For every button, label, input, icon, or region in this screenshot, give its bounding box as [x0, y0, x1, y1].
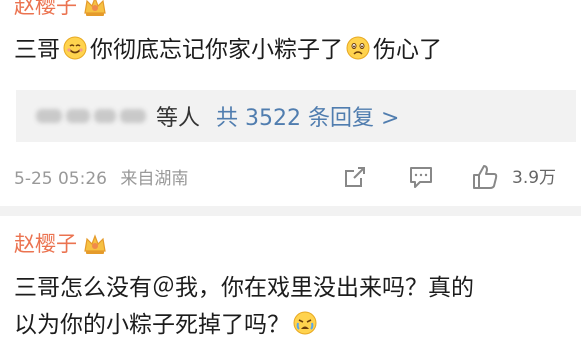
- sad-emoji-icon: [346, 36, 370, 60]
- comment1-meta: 5-25 05:26 来自湖南: [14, 166, 188, 192]
- comment2-text-line1: 三哥怎么没有＠我，你在戏里没出来吗？真的: [14, 271, 474, 305]
- comment1-username[interactable]: 赵樱子: [14, 0, 107, 20]
- comment1-text-part-a: 三哥: [14, 37, 60, 63]
- comment2-line2: 以为你的小粽子死掉了吗？: [14, 312, 290, 338]
- blurred-replier-name: [36, 105, 148, 127]
- crown-badge-icon: [83, 0, 107, 17]
- comment2-username[interactable]: 赵樱子: [14, 230, 107, 258]
- smile-emoji-icon: [63, 36, 87, 60]
- comment2-text-line2: 以为你的小粽子死掉了吗？: [14, 308, 320, 342]
- crown-badge-icon: [83, 233, 107, 255]
- comment1-text-part-b: 你彻底忘记你家小粽子了: [90, 37, 343, 63]
- replies-who: 等人: [156, 106, 201, 131]
- like-count: 3.9万: [512, 168, 557, 188]
- comment-divider: [0, 206, 581, 216]
- comment1-text: 三哥 你彻底忘记你家小粽子了 伤心了: [14, 33, 442, 67]
- comment1-source: 来自湖南: [120, 169, 189, 189]
- like-icon[interactable]: [470, 162, 500, 192]
- replies-count-link[interactable]: 共 3522 条回复 >: [216, 100, 399, 132]
- comment-icon[interactable]: [406, 162, 436, 192]
- comment2-username-text[interactable]: 赵樱子: [14, 230, 77, 258]
- comment1-text-part-c: 伤心了: [373, 37, 442, 63]
- cry-emoji-icon: [293, 311, 317, 335]
- share-icon[interactable]: [340, 162, 370, 192]
- replies-box[interactable]: 等人 共 3522 条回复 >: [16, 90, 576, 142]
- comment2-line1: 三哥怎么没有＠我，你在戏里没出来吗？真的: [14, 275, 474, 301]
- comment1-username-text[interactable]: 赵樱子: [14, 0, 77, 20]
- comment1-time: 5-25 05:26: [14, 169, 107, 189]
